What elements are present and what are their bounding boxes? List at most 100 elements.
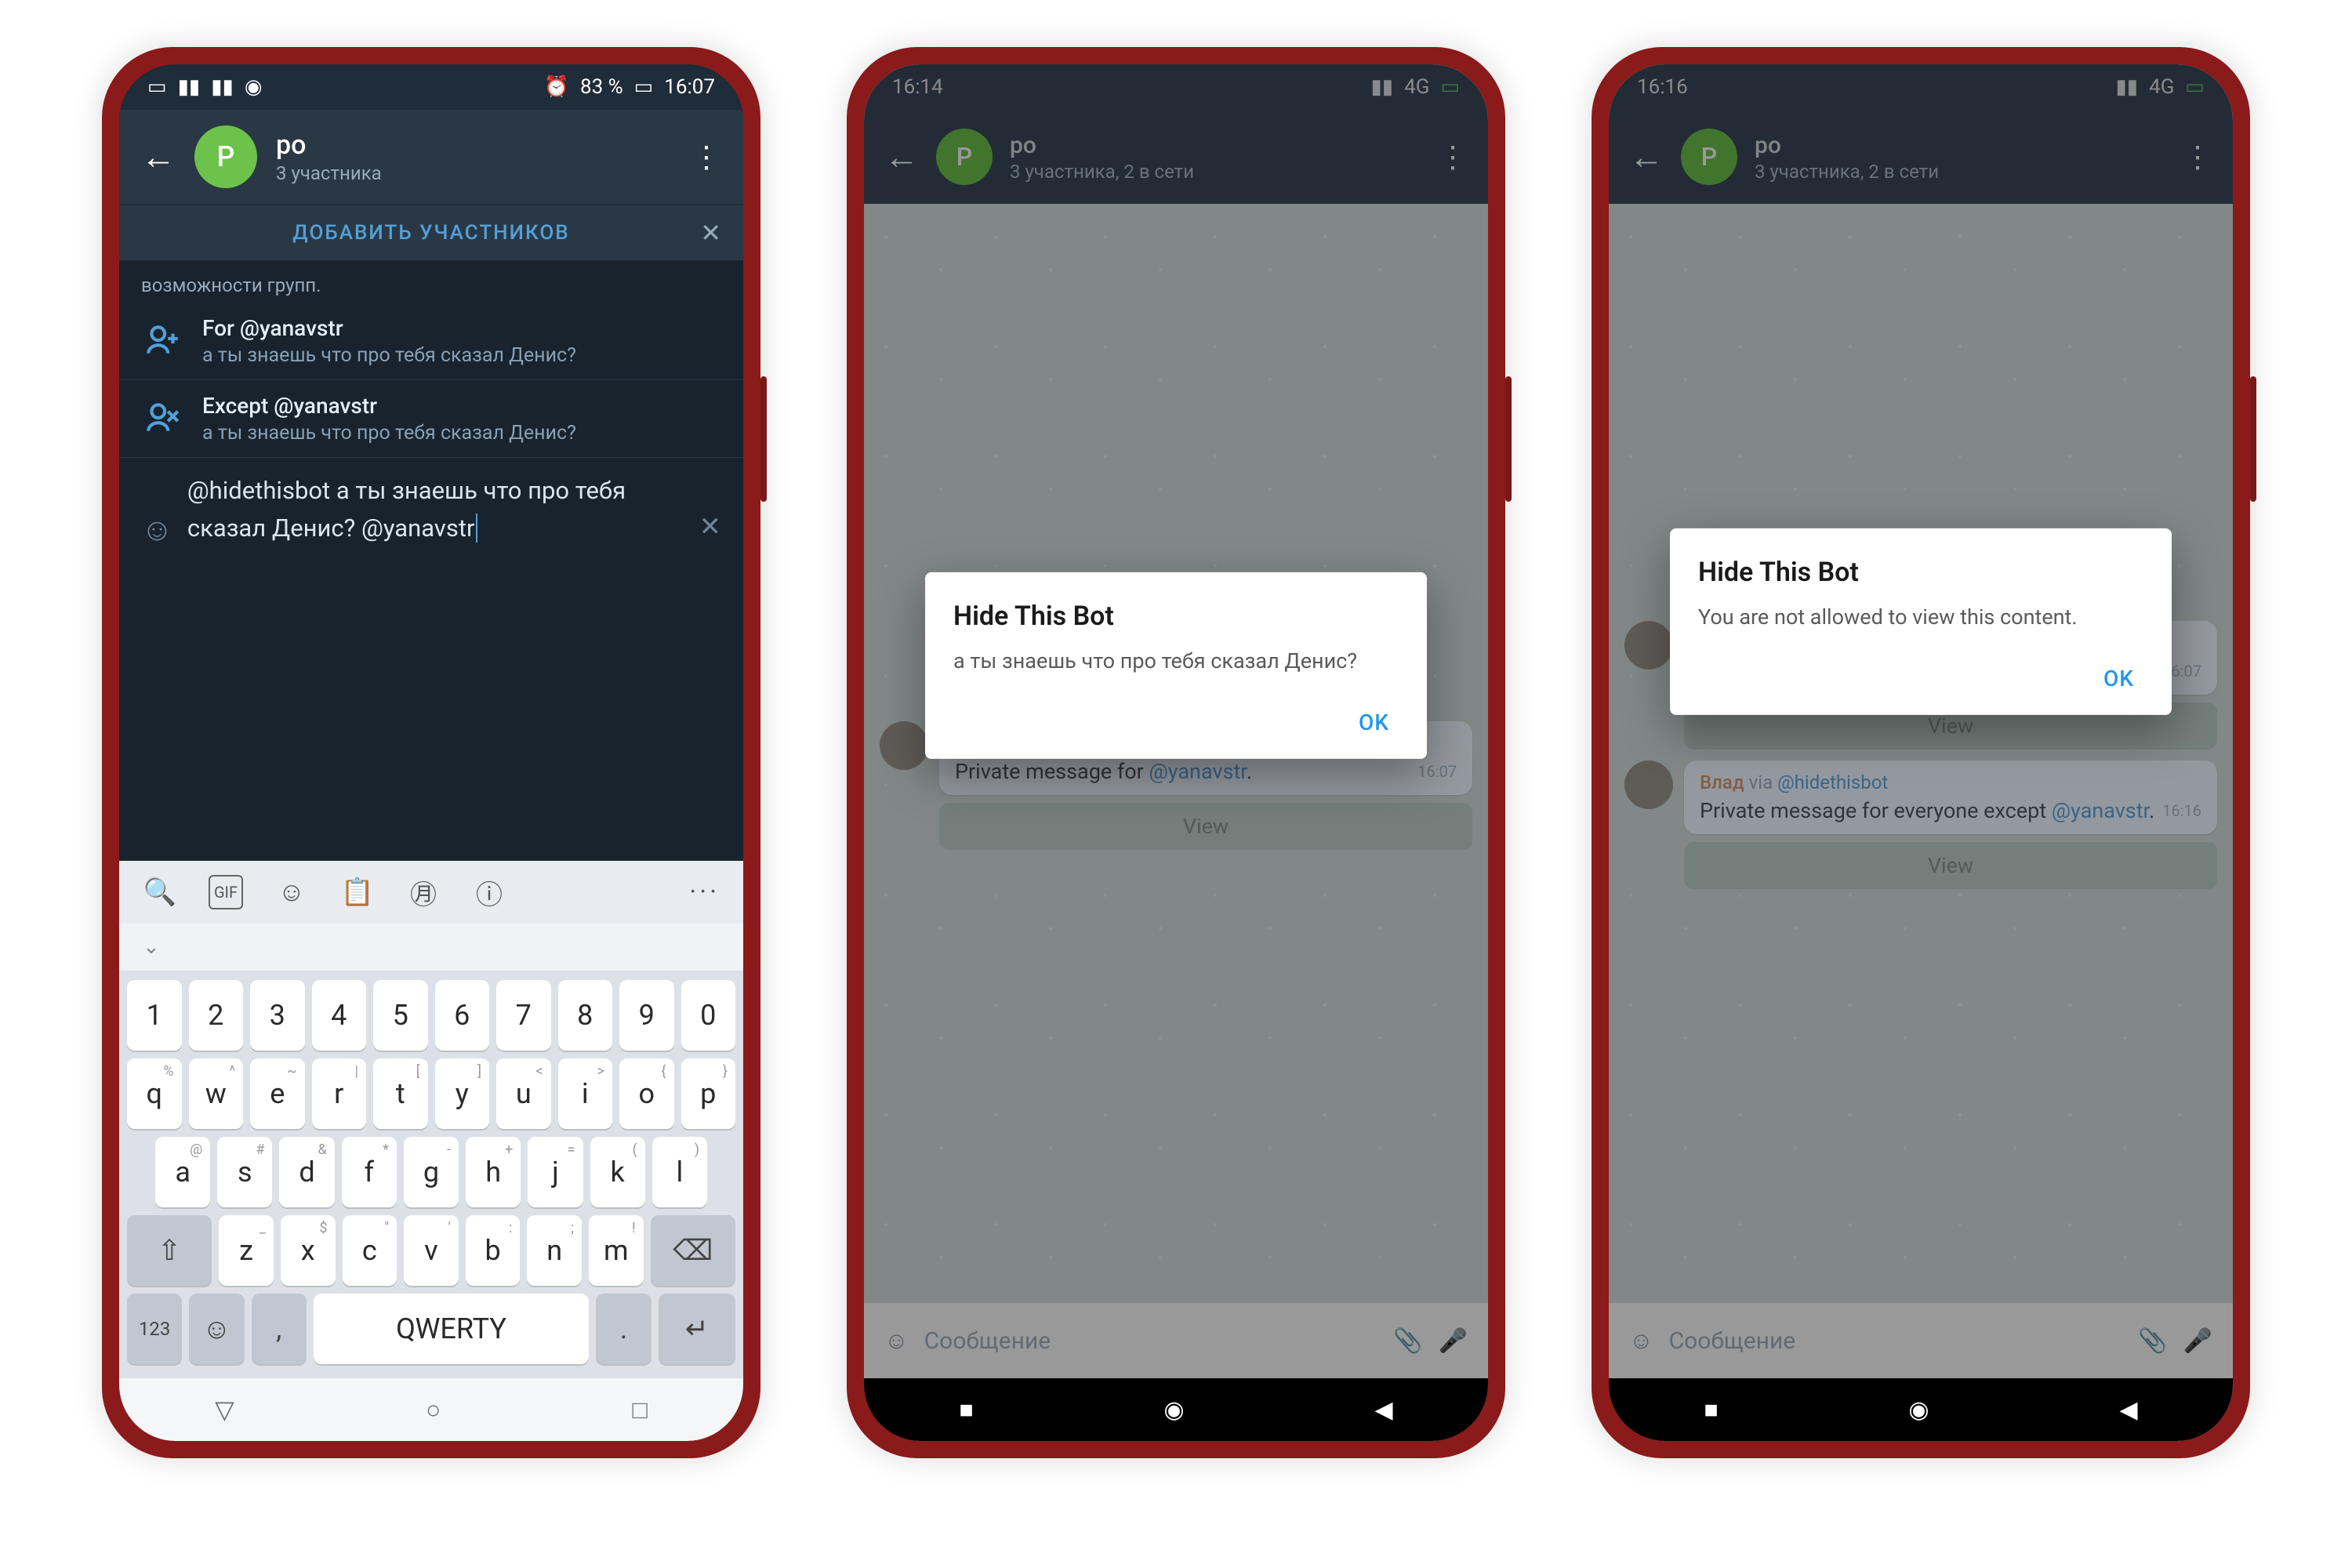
backspace-key[interactable]: ⌫ xyxy=(651,1215,735,1286)
info-icon[interactable]: ⓘ xyxy=(472,875,506,909)
space-key[interactable]: QWERTY xyxy=(314,1294,589,1364)
period-key[interactable]: . xyxy=(596,1294,651,1364)
emoji-icon[interactable]: ☺ xyxy=(884,1327,909,1355)
nav-back-icon[interactable]: ◀ xyxy=(2119,1396,2137,1424)
nav-recent-icon[interactable]: □ xyxy=(633,1395,648,1425)
add-members-banner[interactable]: ДОБАВИТЬ УЧАСТНИКОВ ✕ xyxy=(119,204,743,260)
inline-result[interactable]: For @yanavstr а ты знаешь что про тебя с… xyxy=(119,303,743,380)
key-x[interactable]: x$ xyxy=(281,1215,336,1286)
mention-link[interactable]: @yanavstr xyxy=(2052,798,2149,823)
keyboard-suggestion-bar[interactable]: ⌄ xyxy=(119,924,743,971)
avatar[interactable]: P xyxy=(194,125,257,188)
emoji-icon[interactable]: ☺ xyxy=(1629,1327,1653,1355)
sticker-icon[interactable]: ☺ xyxy=(274,875,309,909)
key-y[interactable]: y] xyxy=(435,1058,490,1129)
emoji-key[interactable]: ☺ xyxy=(189,1294,244,1364)
ok-button[interactable]: OK xyxy=(2094,659,2143,698)
key-t[interactable]: t[ xyxy=(373,1058,428,1129)
key-e[interactable]: e~ xyxy=(250,1058,305,1129)
nav-back-icon[interactable]: ▽ xyxy=(215,1395,234,1425)
message-input[interactable]: @hidethisbot а ты знаешь что про тебя ск… xyxy=(187,472,685,547)
header-titles[interactable]: po 3 участника xyxy=(276,129,382,184)
avatar[interactable] xyxy=(1624,760,1673,809)
key-0[interactable]: 0 xyxy=(681,980,736,1051)
back-icon[interactable]: ← xyxy=(1629,136,1664,177)
key-b[interactable]: b: xyxy=(466,1215,521,1286)
key-f[interactable]: f* xyxy=(342,1137,397,1207)
shift-key[interactable]: ⇧ xyxy=(127,1215,212,1286)
message-input[interactable]: Сообщение xyxy=(924,1327,1378,1355)
message-input-row[interactable]: ☺ Сообщение 📎 🎤 xyxy=(1609,1303,2233,1378)
back-icon[interactable]: ← xyxy=(884,136,919,177)
key-c[interactable]: c" xyxy=(343,1215,397,1286)
more-icon[interactable]: ⋮ xyxy=(2183,140,2212,175)
avatar[interactable] xyxy=(1624,621,1673,670)
more-icon[interactable]: ··· xyxy=(689,877,720,908)
key-h[interactable]: h+ xyxy=(466,1137,521,1207)
nav-home-icon[interactable]: ◉ xyxy=(1908,1396,1929,1424)
avatar[interactable]: P xyxy=(1681,129,1737,185)
clipboard-icon[interactable]: 📋 xyxy=(340,875,375,909)
message-input-row[interactable]: ☺ @hidethisbot а ты знаешь что про тебя … xyxy=(119,458,743,562)
collapse-icon[interactable]: ⌄ xyxy=(143,935,160,959)
inline-result[interactable]: Except @yanavstr а ты знаешь что про теб… xyxy=(119,380,743,458)
close-icon[interactable]: ✕ xyxy=(700,218,721,248)
key-2[interactable]: 2 xyxy=(189,980,244,1051)
mic-icon[interactable]: 🎤 xyxy=(2183,1327,2212,1355)
view-button[interactable]: View xyxy=(939,803,1472,850)
more-icon[interactable]: ⋮ xyxy=(1438,140,1468,175)
nav-home-icon[interactable]: ◉ xyxy=(1163,1396,1184,1424)
key-u[interactable]: u< xyxy=(496,1058,551,1129)
back-icon[interactable]: ← xyxy=(141,136,176,177)
key-n[interactable]: n; xyxy=(527,1215,582,1286)
avatar[interactable]: P xyxy=(936,129,993,185)
key-l[interactable]: l) xyxy=(652,1137,707,1207)
comma-key[interactable]: , xyxy=(252,1294,307,1364)
chat-header[interactable]: ← P po 3 участника, 2 в сети ⋮ xyxy=(1609,110,2233,204)
numeric-key[interactable]: 123 xyxy=(127,1294,182,1364)
keyboard[interactable]: 1234567890 q%w^e~r|t[y]u<i>o{p} a@s#d&f*… xyxy=(119,971,743,1378)
message-row[interactable]: Влад via @hidethisbot Private message fo… xyxy=(1624,760,2217,889)
key-6[interactable]: 6 xyxy=(435,980,490,1051)
attach-icon[interactable]: 📎 xyxy=(2138,1327,2167,1355)
mention-link[interactable]: @yanavstr xyxy=(1149,759,1247,784)
enter-key[interactable]: ↵ xyxy=(659,1294,735,1364)
key-8[interactable]: 8 xyxy=(558,980,613,1051)
key-a[interactable]: a@ xyxy=(155,1137,210,1207)
bot-link[interactable]: @hidethisbot xyxy=(1777,771,1888,793)
view-button[interactable]: View xyxy=(1684,842,2217,889)
nav-recent-icon[interactable]: ■ xyxy=(959,1396,973,1424)
search-icon[interactable]: 🔍 xyxy=(143,875,177,909)
nav-recent-icon[interactable]: ■ xyxy=(1704,1396,1718,1424)
avatar[interactable] xyxy=(880,721,928,770)
key-r[interactable]: r| xyxy=(312,1058,367,1129)
translate-icon[interactable]: ㊊ xyxy=(406,875,441,909)
key-9[interactable]: 9 xyxy=(619,980,674,1051)
nav-back-icon[interactable]: ◀ xyxy=(1374,1396,1392,1424)
key-m[interactable]: m! xyxy=(589,1215,644,1286)
mic-icon[interactable]: 🎤 xyxy=(1439,1327,1468,1355)
key-i[interactable]: i> xyxy=(558,1058,613,1129)
key-3[interactable]: 3 xyxy=(250,980,305,1051)
key-w[interactable]: w^ xyxy=(189,1058,244,1129)
key-j[interactable]: j= xyxy=(528,1137,583,1207)
key-v[interactable]: v' xyxy=(404,1215,459,1286)
chat-header[interactable]: ← P po 3 участника ⋮ xyxy=(119,110,743,204)
key-k[interactable]: k( xyxy=(590,1137,645,1207)
key-d[interactable]: d& xyxy=(279,1137,334,1207)
key-5[interactable]: 5 xyxy=(373,980,428,1051)
key-p[interactable]: p} xyxy=(681,1058,736,1129)
key-1[interactable]: 1 xyxy=(127,980,182,1051)
key-z[interactable]: z_ xyxy=(219,1215,274,1286)
key-7[interactable]: 7 xyxy=(496,980,551,1051)
key-q[interactable]: q% xyxy=(127,1058,182,1129)
key-o[interactable]: o{ xyxy=(619,1058,674,1129)
attach-icon[interactable]: 📎 xyxy=(1393,1327,1422,1355)
emoji-icon[interactable]: ☺ xyxy=(141,511,173,548)
gif-icon[interactable]: GIF xyxy=(209,875,243,909)
ok-button[interactable]: OK xyxy=(1349,703,1399,742)
message-input-row[interactable]: ☺ Сообщение 📎 🎤 xyxy=(864,1303,1488,1378)
clear-icon[interactable]: ✕ xyxy=(699,511,722,543)
more-icon[interactable]: ⋮ xyxy=(691,140,721,175)
nav-home-icon[interactable]: ○ xyxy=(426,1395,441,1425)
